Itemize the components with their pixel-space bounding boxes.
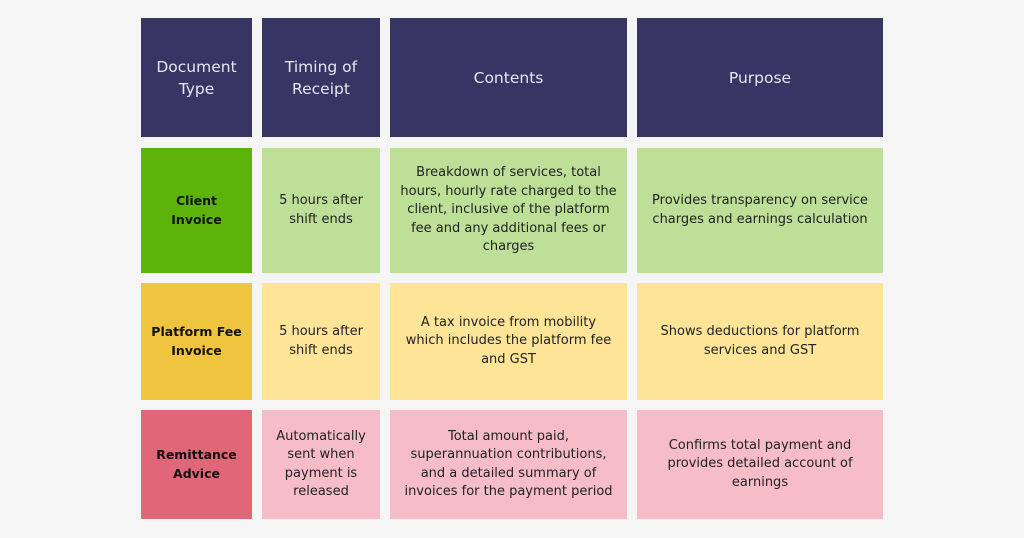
header-purpose: Purpose [637, 18, 883, 137]
row-client-invoice-timing: 5 hours after shift ends [262, 148, 380, 273]
row-platform-fee-invoice-timing: 5 hours after shift ends [262, 283, 380, 400]
row-remittance-advice-purpose: Confirms total payment and provides deta… [637, 410, 883, 519]
header-document-type: Document Type [141, 18, 252, 137]
row-remittance-advice-timing: Automatically sent when payment is relea… [262, 410, 380, 519]
row-platform-fee-invoice-type: Platform Fee Invoice [141, 283, 252, 400]
row-remittance-advice-type: Remittance Advice [141, 410, 252, 519]
row-platform-fee-invoice-purpose: Shows deductions for platform services a… [637, 283, 883, 400]
row-remittance-advice-contents: Total amount paid, superannuation contri… [390, 410, 627, 519]
header-timing-of-receipt: Timing of Receipt [262, 18, 380, 137]
header-contents: Contents [390, 18, 627, 137]
row-client-invoice-type: Client Invoice [141, 148, 252, 273]
row-client-invoice-purpose: Provides transparency on service charges… [637, 148, 883, 273]
row-platform-fee-invoice-contents: A tax invoice from mobility which includ… [390, 283, 627, 400]
row-client-invoice-contents: Breakdown of services, total hours, hour… [390, 148, 627, 273]
